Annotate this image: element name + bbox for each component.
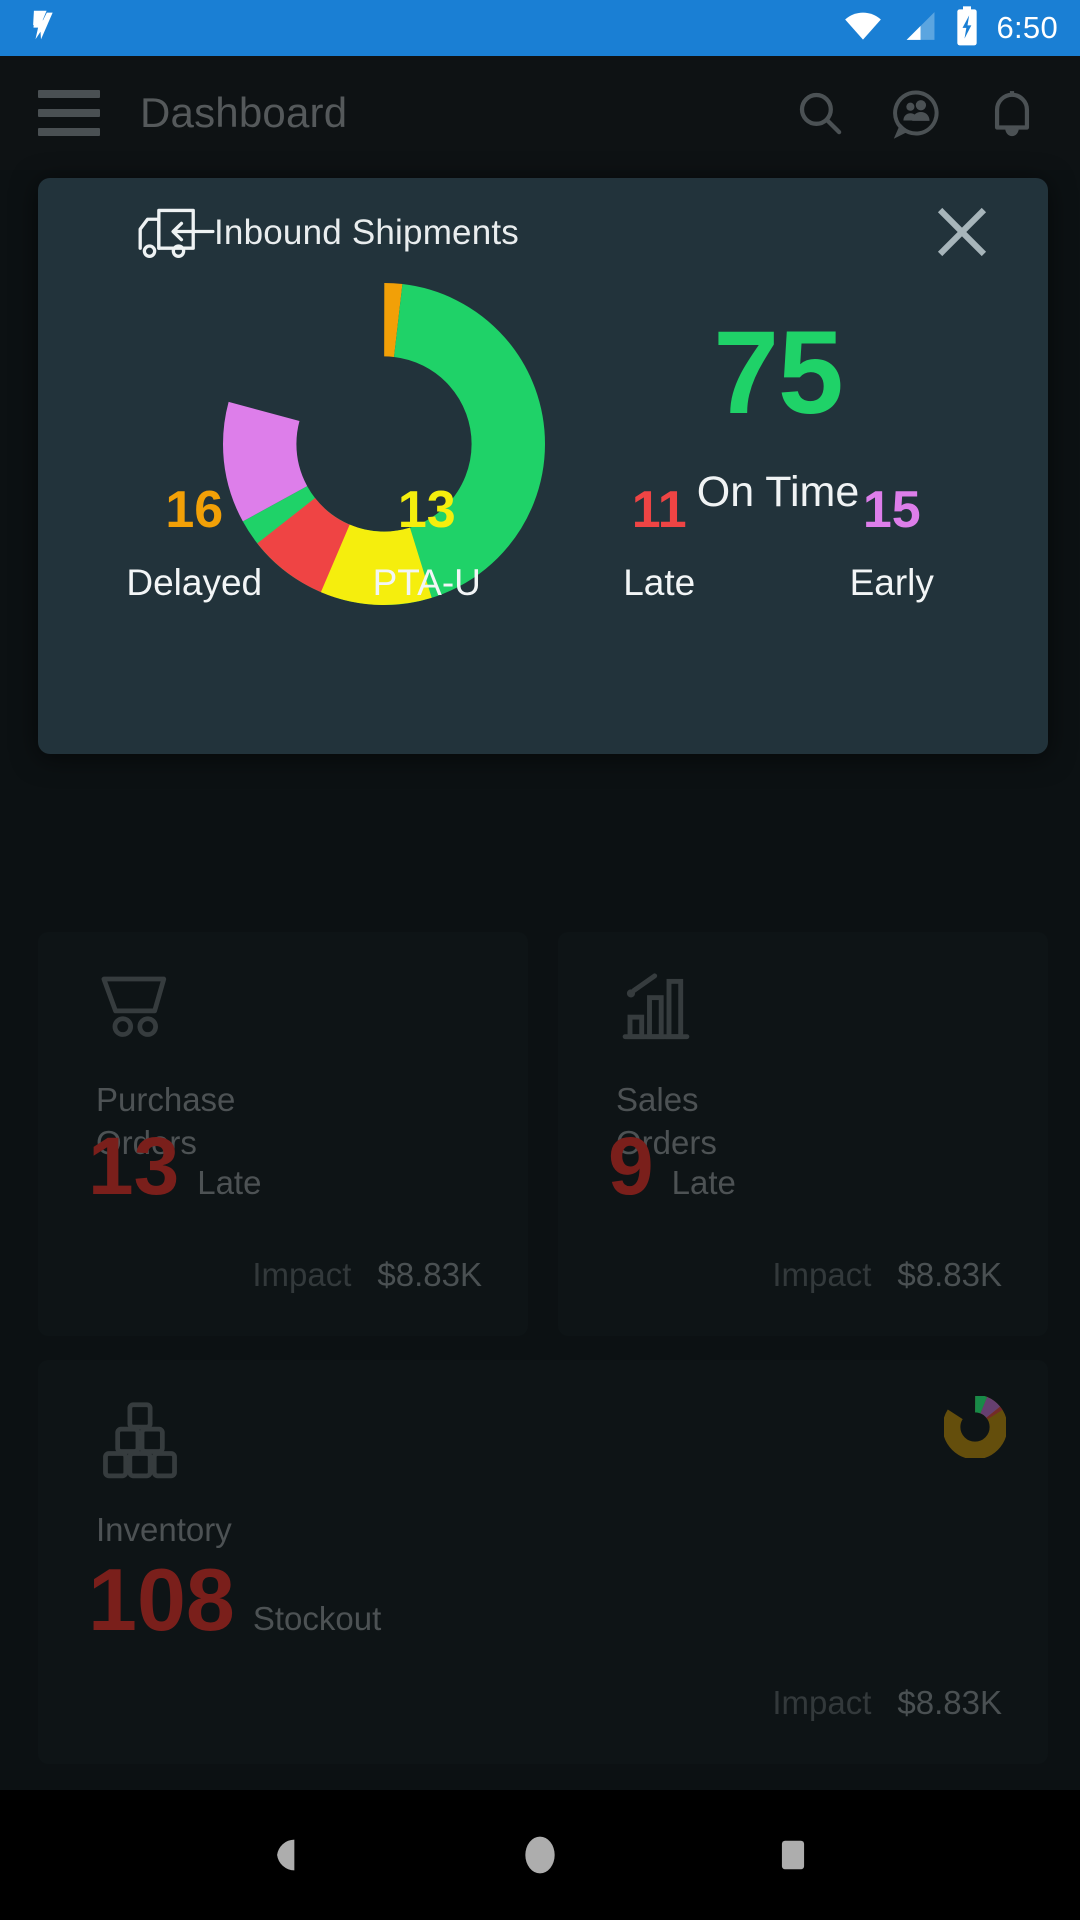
card-impact: Impact $8.83K [772,1684,1002,1722]
bar-chart-trend-icon [616,970,696,1053]
status-bar-clock: 6:50 [996,10,1058,45]
status-bar-left [26,6,66,51]
card-impact-label: Impact [772,1256,872,1293]
modal-title: Inbound Shipments [214,213,520,252]
stat-label: Late [623,562,696,603]
app-bar: Dashboard [0,56,1080,170]
stat-early[interactable]: 15 Early [776,484,1009,604]
search-icon[interactable] [790,83,850,143]
card-metric-value: 108 [88,1550,235,1649]
stat-label: Delayed [126,562,263,603]
recents-square-icon[interactable] [748,1810,838,1900]
inbound-truck-icon [136,206,220,265]
card-metric-value: 13 [88,1121,180,1212]
card-impact: Impact $8.83K [772,1256,1002,1294]
card-metric-label: Late [671,1164,736,1201]
inventory-mini-donut-chart [942,1394,1008,1460]
shipment-stats-row: 16 Delayed 13 PTA-U 11 Late 15 Early [38,484,1048,604]
card-metric: 9 Late [608,1126,736,1208]
back-triangle-icon[interactable] [242,1810,332,1900]
status-bar: 6:50 [0,0,1080,56]
card-purchase-orders[interactable]: Purchase Orders 13 Late Impact $8.83K [38,932,528,1336]
close-icon[interactable] [926,196,998,268]
card-impact-label: Impact [772,1684,872,1721]
card-sales-orders[interactable]: Sales Orders 9 Late Impact $8.83K [558,932,1048,1336]
card-metric: 108 Stockout [88,1556,381,1644]
stat-delayed[interactable]: 16 Delayed [78,484,311,604]
stat-value: 13 [397,481,456,539]
app-bar-actions [790,83,1052,143]
card-title-line1: Inventory [96,1511,232,1548]
modal-body: 75 On Time 16 Delayed 13 PTA-U 11 Late 1… [38,283,1048,628]
hamburger-menu-icon[interactable] [38,90,100,136]
card-metric-label: Stockout [252,1600,382,1637]
status-bar-right: 6:50 [842,5,1058,51]
card-impact-value: $8.83K [897,1256,1002,1293]
card-metric-label: Late [197,1164,262,1201]
card-metric-value: 9 [608,1121,654,1212]
card-title-line1: Sales [616,1081,699,1118]
home-circle-icon[interactable] [495,1810,585,1900]
stat-label: Early [849,562,934,603]
wifi-icon [842,9,884,48]
shopping-cart-icon [96,970,178,1053]
stat-label: PTA-U [372,562,481,603]
card-impact: Impact $8.83K [252,1256,482,1294]
phone-screen: 6:50 Dashboard Purchase Orders 13 Late I… [0,0,1080,1920]
stat-value: 15 [862,481,921,539]
stat-value: 16 [165,481,224,539]
card-inventory[interactable]: Inventory 108 Stockout Impact $8.83K [38,1360,1048,1764]
kpi-value: 75 [713,307,843,439]
card-metric: 13 Late [88,1126,261,1208]
stat-ptau[interactable]: 13 PTA-U [311,484,544,604]
chat-contacts-icon[interactable] [886,83,946,143]
card-impact-label: Impact [252,1256,352,1293]
stat-late[interactable]: 11 Late [543,484,776,604]
card-impact-value: $8.83K [897,1684,1002,1721]
app-logo-icon [26,6,66,51]
cellular-signal-icon [900,9,938,48]
card-title-line1: Purchase [96,1081,236,1118]
page-title: Dashboard [140,89,348,136]
inbound-shipments-modal: Inbound Shipments 75 On Time 16 Delayed … [38,178,1048,754]
stat-value: 11 [631,481,687,539]
android-nav-bar [0,1790,1080,1920]
modal-header: Inbound Shipments [38,178,1048,288]
notification-bell-icon[interactable] [982,83,1042,143]
battery-charging-icon [954,5,980,51]
card-title: Inventory [96,1508,232,1551]
stacked-boxes-icon [96,1398,184,1487]
card-impact-value: $8.83K [377,1256,482,1293]
